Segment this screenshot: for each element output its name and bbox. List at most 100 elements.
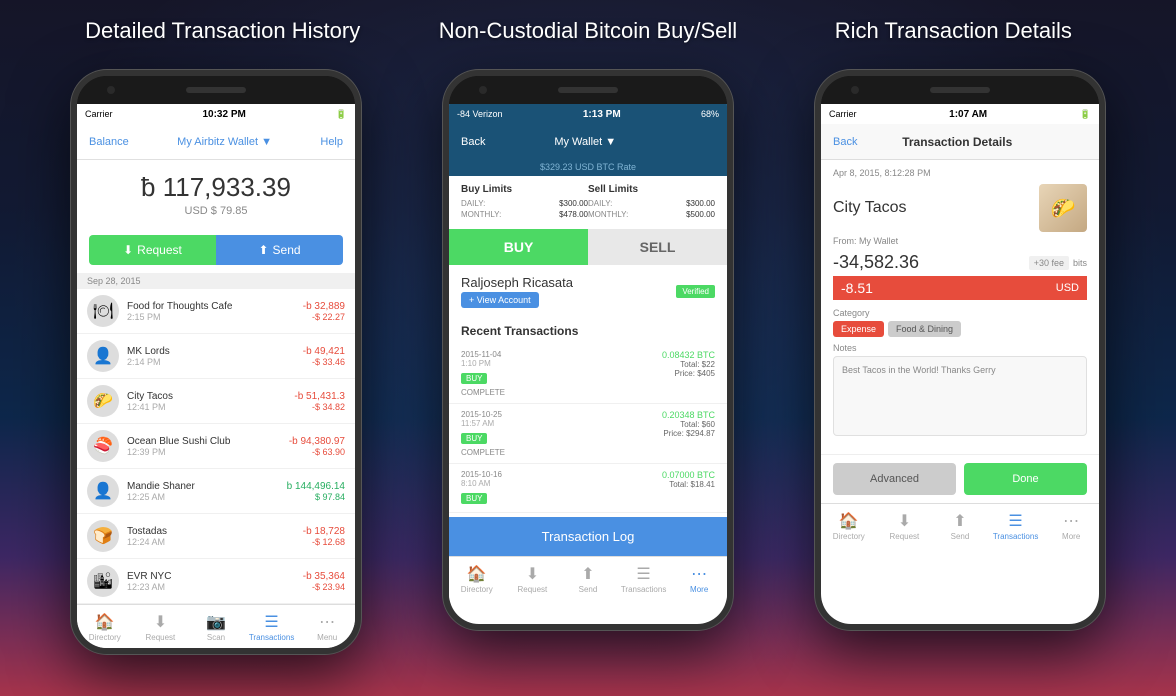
tx-usd-6: -$ 12.68 (303, 537, 345, 547)
tab-req-2[interactable]: ⬇ Request (505, 564, 561, 594)
tx-info-1: Food for Thoughts Cafe 2:15 PM (127, 301, 303, 322)
send-icon-2: ⬆ (581, 564, 594, 584)
tx-amounts-1: -b 32,889 -$ 22.27 (303, 301, 345, 322)
sell-monthly-row: MONTHLY: $500.00 (588, 210, 715, 219)
phone-3-speaker (930, 87, 990, 93)
tab-more-2[interactable]: ⋯ More (671, 564, 727, 594)
phone-2-status-bar: -84 Verizon 1:13 PM 68% (449, 104, 727, 124)
transaction-log-button[interactable]: Transaction Log (449, 517, 727, 556)
advanced-button[interactable]: Advanced (833, 463, 956, 495)
transaction-item[interactable]: 🌮 City Tacos 12:41 PM -b 51,431.3 -$ 34.… (77, 379, 355, 424)
merchant-image: 🌮 (1039, 184, 1087, 232)
tx-btc-3: -b 51,431.3 (294, 391, 345, 402)
tx-usd-1: -$ 22.27 (303, 312, 345, 322)
tx-time-7: 12:23 AM (127, 582, 303, 592)
balance-button[interactable]: Balance (89, 136, 129, 148)
tab-dir-3[interactable]: 🏠 Directory (821, 511, 877, 541)
tx-icon-7: 🏙 (87, 565, 119, 597)
user-section: Raljoseph Ricasata + View Account Verifi… (449, 265, 727, 318)
tx-info-2: MK Lords 2:14 PM (127, 346, 303, 367)
help-button[interactable]: Help (320, 136, 343, 148)
tx-right-1: 0.08432 BTC Total: $22 Price: $405 (662, 350, 715, 378)
buy-limits-title: Buy Limits (461, 184, 588, 195)
btc-balance: ƀ 117,933.39 (77, 172, 355, 203)
sell-daily-value: $300.00 (686, 199, 715, 208)
tx-item-2[interactable]: 2015-10-25 11:57 AM BUY COMPLETE 0.20348… (449, 404, 727, 464)
tx-right-2: 0.20348 BTC Total: $60 Price: $294.87 (662, 410, 715, 438)
expense-tag[interactable]: Expense (833, 321, 884, 337)
nav-title-3: Transaction Details (902, 135, 1012, 149)
merchant-row: City Tacos 🌮 (833, 184, 1087, 232)
tx-right-3: 0.07000 BTC Total: $18.41 (662, 470, 715, 489)
tx-detail-date: Apr 8, 2015, 8:12:28 PM (833, 168, 1087, 178)
merchant-emoji: 🌮 (1051, 196, 1076, 221)
tx-usd-3: -$ 34.82 (294, 402, 345, 412)
tx-date-3: 2015-10-16 (461, 470, 502, 479)
tx-amounts-5: b 144,496.14 $ 97.84 (287, 481, 345, 502)
tab-more-3[interactable]: ⋯ More (1043, 511, 1099, 541)
tx-btc-6: -b 18,728 (303, 526, 345, 537)
transaction-item[interactable]: 🍣 Ocean Blue Sushi Club 12:39 PM -b 94,3… (77, 424, 355, 469)
req-label-3: Request (889, 532, 919, 541)
back-button[interactable]: Back (461, 136, 485, 148)
done-button[interactable]: Done (964, 463, 1087, 495)
tx-usd-2: -$ 33.46 (303, 357, 345, 367)
tab-tx-3[interactable]: ☰ Transactions (988, 511, 1044, 541)
transaction-item[interactable]: 👤 MK Lords 2:14 PM -b 49,421 -$ 33.46 (77, 334, 355, 379)
wallet-button[interactable]: My Airbitz Wallet ▼ (177, 136, 272, 148)
tx-btc-2: -b 49,421 (303, 346, 345, 357)
tx-time-6: 12:24 AM (127, 537, 303, 547)
tab-req-3[interactable]: ⬇ Request (877, 511, 933, 541)
request-icon: ⬇ (154, 612, 167, 632)
tx-time-p2-3: 8:10 AM (461, 479, 502, 488)
transactions-label: Transactions (249, 633, 295, 642)
send-button[interactable]: ⬆ Send (216, 235, 343, 265)
tx-amounts-4: -b 94,380.97 -$ 63.90 (289, 436, 345, 457)
phone-1-speaker (186, 87, 246, 93)
food-tag[interactable]: Food & Dining (888, 321, 961, 337)
transaction-item[interactable]: 👤 Mandie Shaner 12:25 AM b 144,496.14 $ … (77, 469, 355, 514)
tab-send-3[interactable]: ⬆ Send (932, 511, 988, 541)
tab-scan[interactable]: 📷 Scan (188, 612, 244, 642)
tx-btc-4: -b 94,380.97 (289, 436, 345, 447)
limits-section: Buy Limits DAILY: $300.00 MONTHLY: $478.… (449, 176, 727, 229)
tab-tx-2[interactable]: ☰ Transactions (616, 564, 672, 594)
tx-item-3[interactable]: 2015-10-16 8:10 AM BUY 0.07000 BTC Total… (449, 464, 727, 513)
tab-transactions[interactable]: ☰ Transactions (244, 612, 300, 642)
phone-1-status-bar: Carrier 10:32 PM 🔋 (77, 104, 355, 124)
buy-tab[interactable]: BUY (449, 229, 588, 265)
scan-label: Scan (207, 633, 225, 642)
tx-name-1: Food for Thoughts Cafe (127, 301, 303, 312)
wallet-button-2[interactable]: My Wallet ▼ (554, 136, 616, 148)
sell-tab[interactable]: SELL (588, 229, 727, 265)
tab-directory[interactable]: 🏠 Directory (77, 612, 133, 642)
category-tags: Expense Food & Dining (833, 321, 1087, 337)
sell-daily-label: DAILY: (588, 199, 612, 208)
notes-box[interactable]: Best Tacos in the World! Thanks Gerry (833, 356, 1087, 436)
back-button-3[interactable]: Back (833, 136, 857, 148)
send-icon-3: ⬆ (953, 511, 966, 531)
transaction-item[interactable]: 🍞 Tostadas 12:24 AM -b 18,728 -$ 12.68 (77, 514, 355, 559)
view-account-button[interactable]: + View Account (461, 292, 539, 308)
sell-daily-row: DAILY: $300.00 (588, 199, 715, 208)
fee-label: +30 fee (1029, 256, 1069, 270)
phone-1-navbar: Balance My Airbitz Wallet ▼ Help (77, 124, 355, 160)
carrier-text-2: -84 Verizon (457, 109, 503, 119)
transaction-item[interactable]: 🏙 EVR NYC 12:23 AM -b 35,364 -$ 23.94 (77, 559, 355, 604)
tab-request[interactable]: ⬇ Request (133, 612, 189, 642)
buy-monthly-row: MONTHLY: $478.00 (461, 210, 588, 219)
more-label-3: More (1062, 532, 1080, 541)
req-label-2: Request (517, 585, 547, 594)
tx-item-1[interactable]: 2015-11-04 1:10 PM BUY COMPLETE 0.08432 … (449, 344, 727, 404)
request-button[interactable]: ⬇ Request (89, 235, 216, 265)
tx-info-4: Ocean Blue Sushi Club 12:39 PM (127, 436, 289, 457)
tab-menu[interactable]: ⋯ Menu (299, 612, 355, 642)
tab-dir-2[interactable]: 🏠 Directory (449, 564, 505, 594)
transactions-icon: ☰ (264, 612, 278, 632)
phone-2-navbar: Back My Wallet ▼ (449, 124, 727, 160)
tx-info-3: City Tacos 12:41 PM (127, 391, 294, 412)
transaction-item[interactable]: 🍽 Food for Thoughts Cafe 2:15 PM -b 32,8… (77, 289, 355, 334)
tx-time-p2-2: 11:57 AM (461, 419, 505, 428)
tab-send-2[interactable]: ⬆ Send (560, 564, 616, 594)
more-icon-2: ⋯ (691, 564, 707, 584)
